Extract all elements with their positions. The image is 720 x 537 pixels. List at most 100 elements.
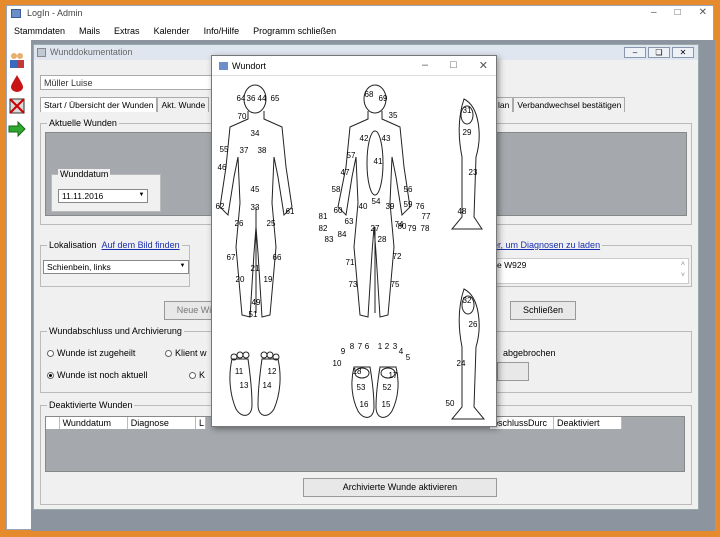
maximize-icon[interactable]: □ bbox=[675, 7, 681, 18]
map-label-83[interactable]: 83 bbox=[325, 235, 334, 244]
patient-field[interactable]: Müller Luise bbox=[40, 75, 220, 90]
no-entry-icon[interactable] bbox=[7, 96, 27, 116]
map-label-1[interactable]: 1 bbox=[378, 342, 383, 351]
child-restore-icon[interactable]: ❏ bbox=[648, 47, 670, 58]
col-diagnosis[interactable]: Diagnose bbox=[128, 417, 196, 429]
map-label-56[interactable]: 56 bbox=[404, 185, 413, 194]
map-label-13[interactable]: 13 bbox=[240, 381, 249, 390]
map-label-77[interactable]: 77 bbox=[422, 212, 431, 221]
map-label-31[interactable]: 31 bbox=[463, 106, 472, 115]
map-label-23[interactable]: 23 bbox=[469, 168, 478, 177]
map-label-5[interactable]: 5 bbox=[406, 353, 411, 362]
map-label-8[interactable]: 8 bbox=[350, 342, 355, 351]
col-deactivated[interactable]: Deaktiviert bbox=[554, 417, 622, 429]
close-button[interactable]: Schließen bbox=[510, 301, 576, 320]
map-label-49[interactable]: 49 bbox=[252, 298, 261, 307]
map-label-38[interactable]: 38 bbox=[258, 146, 267, 155]
map-label-48[interactable]: 48 bbox=[458, 207, 467, 216]
map-label-70[interactable]: 70 bbox=[238, 112, 247, 121]
dialog-maximize-icon[interactable]: □ bbox=[450, 59, 457, 72]
child-minimize-icon[interactable]: – bbox=[624, 47, 646, 58]
menu-mails[interactable]: Mails bbox=[72, 24, 107, 40]
map-label-16[interactable]: 16 bbox=[360, 400, 369, 409]
scroll-down-icon[interactable]: ˅ bbox=[681, 272, 685, 279]
scroll-up-icon[interactable]: ˄ bbox=[681, 261, 685, 268]
menu-extras[interactable]: Extras bbox=[107, 24, 147, 40]
close-icon[interactable]: ✕ bbox=[699, 7, 707, 18]
radio-client[interactable]: Klient w bbox=[165, 348, 207, 358]
map-label-43[interactable]: 43 bbox=[382, 134, 391, 143]
diagnosis-list[interactable]: e W929 ˄ ˅ bbox=[493, 258, 689, 284]
map-label-54[interactable]: 54 bbox=[372, 197, 381, 206]
map-label-67[interactable]: 67 bbox=[227, 253, 236, 262]
map-label-12[interactable]: 12 bbox=[268, 367, 277, 376]
dialog-minimize-icon[interactable]: – bbox=[422, 59, 428, 72]
map-label-17[interactable]: 17 bbox=[389, 371, 398, 380]
map-label-9[interactable]: 9 bbox=[341, 347, 346, 356]
users-icon[interactable] bbox=[7, 50, 27, 70]
map-label-55[interactable]: 55 bbox=[220, 145, 229, 154]
map-label-72[interactable]: 72 bbox=[393, 252, 402, 261]
body-map[interactable]: 64 36 44 65703455 37 38464533626126 2567216620… bbox=[212, 77, 498, 427]
map-label-69[interactable]: 69 bbox=[379, 94, 388, 103]
map-label-18[interactable]: 18 bbox=[353, 367, 362, 376]
map-label-81[interactable]: 81 bbox=[319, 212, 328, 221]
radio-k[interactable]: K bbox=[189, 370, 205, 380]
map-label-53[interactable]: 53 bbox=[357, 383, 366, 392]
find-on-image-link[interactable]: Auf dem Bild finden bbox=[102, 240, 180, 250]
map-label-61[interactable]: 61 bbox=[286, 207, 295, 216]
map-label-2[interactable]: 2 bbox=[385, 342, 390, 351]
map-label-32[interactable]: 32 bbox=[463, 296, 472, 305]
map-label-75[interactable]: 75 bbox=[391, 280, 400, 289]
map-label-66[interactable]: 66 bbox=[273, 253, 282, 262]
child-close-icon[interactable]: ✕ bbox=[672, 47, 694, 58]
menu-programm-schliessen[interactable]: Programm schließen bbox=[246, 24, 343, 40]
map-label-20[interactable]: 20 bbox=[236, 275, 245, 284]
map-label-41[interactable]: 41 bbox=[374, 157, 383, 166]
map-label-58[interactable]: 58 bbox=[332, 185, 341, 194]
radio-healed[interactable]: Wunde ist zugeheilt bbox=[47, 348, 135, 358]
map-label-65[interactable]: 65 bbox=[271, 94, 280, 103]
aborted-button[interactable] bbox=[497, 362, 529, 381]
map-label-76[interactable]: 76 bbox=[416, 202, 425, 211]
wound-date-picker[interactable]: 11.11.2016 ▼ bbox=[58, 189, 148, 203]
map-label-19[interactable]: 19 bbox=[264, 275, 273, 284]
map-label-10[interactable]: 10 bbox=[333, 359, 342, 368]
map-label-14[interactable]: 14 bbox=[263, 381, 272, 390]
map-label-3[interactable]: 3 bbox=[393, 342, 398, 351]
localisation-select[interactable]: Schienbein, links ▼ bbox=[43, 260, 189, 274]
map-label-11[interactable]: 11 bbox=[235, 367, 244, 376]
map-label-34[interactable]: 34 bbox=[251, 129, 260, 138]
map-label-45[interactable]: 45 bbox=[251, 185, 260, 194]
map-label-28[interactable]: 28 bbox=[378, 235, 387, 244]
chevron-down-icon[interactable]: ▼ bbox=[137, 191, 146, 200]
col-l[interactable]: L bbox=[196, 417, 206, 429]
map-label-40[interactable]: 40 bbox=[359, 202, 368, 211]
minimize-icon[interactable]: – bbox=[651, 7, 657, 18]
map-label-64[interactable]: 64 bbox=[237, 94, 246, 103]
map-label-29[interactable]: 29 bbox=[463, 128, 472, 137]
map-label-24[interactable]: 24 bbox=[457, 359, 466, 368]
blood-drop-icon[interactable] bbox=[7, 73, 27, 93]
load-diagnoses-link[interactable]: er, um Diagnosen zu laden bbox=[491, 240, 603, 250]
radio-not-current-indicator[interactable] bbox=[47, 371, 54, 379]
map-label-50[interactable]: 50 bbox=[446, 399, 455, 408]
menu-info-hilfe[interactable]: Info/Hilfe bbox=[197, 24, 247, 40]
map-label-39[interactable]: 39 bbox=[386, 202, 395, 211]
radio-client-indicator[interactable] bbox=[165, 349, 172, 357]
map-label-33[interactable]: 33 bbox=[251, 203, 260, 212]
map-label-25[interactable]: 25 bbox=[267, 219, 276, 228]
map-label-36[interactable]: 36 bbox=[247, 94, 256, 103]
chevron-down-icon[interactable]: ▼ bbox=[178, 262, 187, 271]
radio-k-indicator[interactable] bbox=[189, 371, 196, 379]
map-label-37[interactable]: 37 bbox=[240, 146, 249, 155]
map-label-59[interactable]: 59 bbox=[404, 200, 413, 209]
menu-stammdaten[interactable]: Stammdaten bbox=[7, 24, 72, 40]
map-label-57[interactable]: 57 bbox=[347, 151, 356, 160]
map-label-21[interactable]: 21 bbox=[251, 264, 260, 273]
tab-confirm-dressing[interactable]: Verbandwechsel bestätigen bbox=[513, 97, 626, 112]
map-label-71[interactable]: 71 bbox=[346, 258, 355, 267]
col-wound-date[interactable]: Wunddatum bbox=[60, 417, 128, 429]
map-label-26[interactable]: 26 bbox=[469, 320, 478, 329]
radio-not-current[interactable]: Wunde ist noch aktuell bbox=[47, 370, 147, 380]
